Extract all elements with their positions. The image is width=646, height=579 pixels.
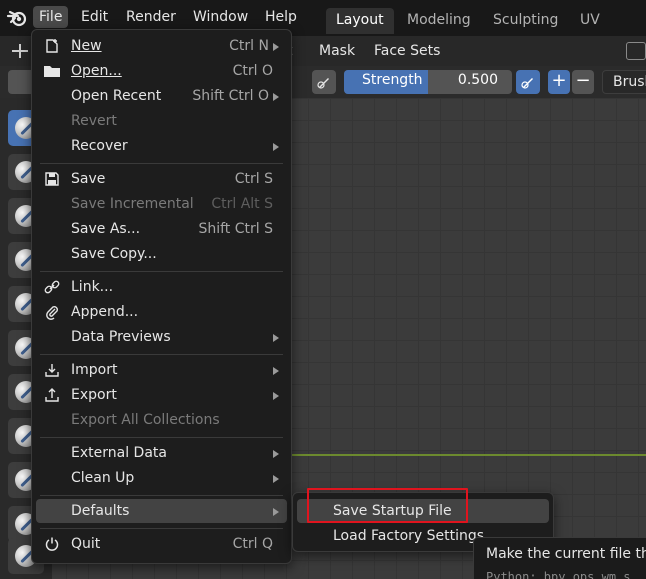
submenu-arrow-icon	[273, 334, 279, 342]
menu-item-label: Recover	[71, 138, 128, 154]
strength-value: 0.500	[457, 72, 498, 88]
menu-item-shortcut: Ctrl O	[232, 63, 273, 79]
menu-help[interactable]: Help	[259, 6, 303, 28]
subtract-button[interactable]: −	[572, 70, 594, 94]
tab-modeling[interactable]: Modeling	[397, 8, 481, 34]
tooltip: Make the current file the Python: bpy.op…	[473, 537, 646, 579]
menu-item-open-recent[interactable]: Open Recent Shift Ctrl O	[36, 84, 287, 108]
strength-label: Strength	[362, 72, 423, 88]
submenu-arrow-icon	[273, 392, 279, 400]
menu-item-label: Import	[71, 362, 118, 378]
menu-item-shortcut: Ctrl Q	[232, 536, 273, 552]
menu-separator	[40, 437, 283, 438]
header-menu-face-sets[interactable]: Face Sets	[374, 41, 440, 61]
submenu-arrow-icon	[273, 475, 279, 483]
menu-item-external-data[interactable]: External Data	[36, 441, 287, 465]
menu-file[interactable]: File	[33, 6, 69, 28]
menu-item-label: Export All Collections	[71, 412, 220, 428]
menu-item-shortcut: Ctrl N	[229, 38, 269, 54]
menu-item-label: Clean Up	[71, 470, 135, 486]
menu-item-save[interactable]: Save Ctrl S	[36, 167, 287, 191]
menu-item-label: External Data	[71, 445, 167, 461]
submenu-arrow-icon	[273, 143, 279, 151]
submenu-arrow-icon	[273, 450, 279, 458]
menu-separator	[40, 528, 283, 529]
menu-item-revert: Revert	[36, 109, 287, 133]
menu-edit[interactable]: Edit	[75, 6, 114, 28]
tab-layout[interactable]: Layout	[326, 8, 394, 34]
menu-item-shortcut: Ctrl Alt S	[211, 196, 273, 212]
view-options-icon[interactable]	[626, 42, 646, 60]
annotation-highlight-box	[307, 488, 468, 523]
strength-pressure-icon[interactable]	[516, 70, 540, 94]
save-icon	[42, 170, 62, 188]
menu-item-label: Open Recent	[71, 88, 162, 104]
transform-icon[interactable]	[10, 42, 30, 60]
menu-item-defaults[interactable]: Defaults	[36, 499, 287, 523]
menu-separator	[40, 271, 283, 272]
menu-render[interactable]: Render	[120, 6, 182, 28]
menu-item-shortcut: Ctrl S	[234, 171, 273, 187]
menu-item-save-incremental: Save Incremental Ctrl Alt S	[36, 192, 287, 216]
menu-item-label: Save	[71, 171, 106, 187]
import-icon	[42, 361, 62, 379]
menu-item-shortcut: Shift Ctrl S	[198, 221, 273, 237]
file-menu-dropdown: New Ctrl N Open... Ctrl O Open Recent Sh…	[31, 29, 292, 564]
menu-item-quit[interactable]: Quit Ctrl Q	[36, 532, 287, 556]
menu-item-label: Append...	[71, 304, 139, 320]
link-icon	[42, 278, 62, 296]
menu-item-clean-up[interactable]: Clean Up	[36, 466, 287, 490]
menu-separator	[40, 354, 283, 355]
menu-item-append[interactable]: Append...	[36, 300, 287, 324]
power-icon	[42, 535, 62, 553]
menu-item-export[interactable]: Export	[36, 383, 287, 407]
submenu-arrow-icon	[273, 367, 279, 375]
tooltip-python: Python: bpy.ops.wm.s	[486, 570, 631, 579]
menu-item-label: Save Copy...	[71, 246, 157, 262]
menu-item-label: Data Previews	[71, 329, 171, 345]
submenu-arrow-icon	[273, 43, 279, 51]
menu-item-label: New	[71, 38, 102, 54]
menu-item-label: Link...	[71, 279, 114, 295]
menu-item-label: Open...	[71, 63, 122, 79]
tab-sculpting[interactable]: Sculpting	[483, 8, 568, 34]
brush-dropdown[interactable]: Brush	[602, 70, 646, 94]
tab-uv-editing[interactable]: UV Editing	[570, 8, 646, 52]
menu-item-label: Save As...	[71, 221, 141, 237]
blender-logo-icon[interactable]	[6, 7, 28, 29]
menu-window[interactable]: Window	[187, 6, 254, 28]
menu-item-recover[interactable]: Recover	[36, 134, 287, 158]
menu-item-label: Quit	[71, 536, 101, 552]
tooltip-text: Make the current file the	[486, 546, 646, 562]
menu-separator	[40, 163, 283, 164]
menu-item-label: Export	[71, 387, 117, 403]
menu-item-label: Revert	[71, 113, 117, 129]
export-icon	[42, 386, 62, 404]
menu-separator	[40, 495, 283, 496]
menu-item-label: Defaults	[71, 503, 130, 519]
menu-item-shortcut: Shift Ctrl O	[192, 88, 269, 104]
menu-item-data-previews[interactable]: Data Previews	[36, 325, 287, 349]
new-file-icon	[42, 37, 62, 55]
menu-item-export-all-collections: Export All Collections	[36, 408, 287, 432]
menu-item-label: Save Incremental	[71, 196, 194, 212]
add-button[interactable]: +	[548, 70, 570, 94]
folder-icon	[42, 62, 62, 80]
menu-item-open[interactable]: Open... Ctrl O	[36, 59, 287, 83]
pen-pressure-icon[interactable]	[312, 70, 336, 94]
menu-item-save-copy[interactable]: Save Copy...	[36, 242, 287, 266]
header-menu-mask[interactable]: Mask	[319, 41, 355, 61]
paperclip-icon	[42, 303, 62, 321]
submenu-arrow-icon	[273, 508, 279, 516]
menu-item-import[interactable]: Import	[36, 358, 287, 382]
menu-item-new[interactable]: New Ctrl N	[36, 34, 287, 58]
strength-slider[interactable]: Strength 0.500	[344, 70, 512, 94]
menu-item-link[interactable]: Link...	[36, 275, 287, 299]
menu-item-save-as[interactable]: Save As... Shift Ctrl S	[36, 217, 287, 241]
submenu-arrow-icon	[273, 93, 279, 101]
